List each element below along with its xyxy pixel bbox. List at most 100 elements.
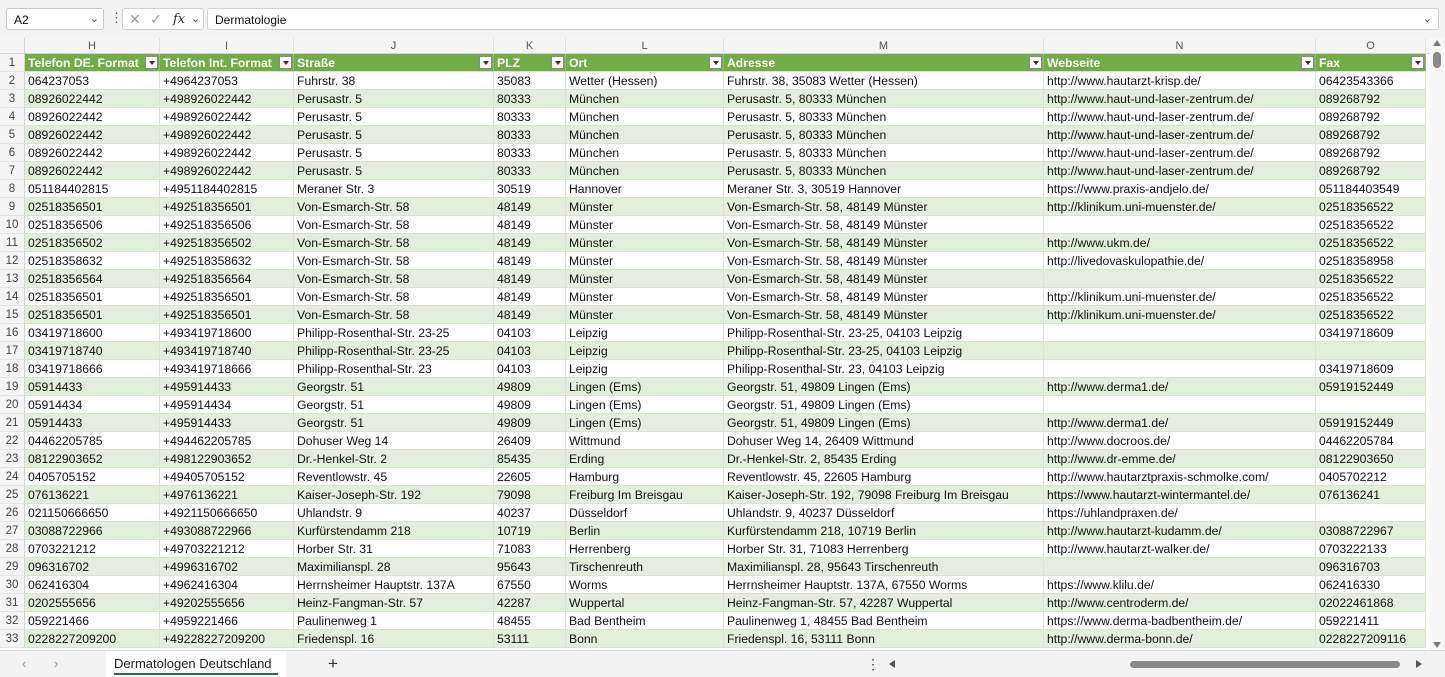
table-cell[interactable]: Philipp-Rosenthal-Str. 23 bbox=[294, 360, 494, 378]
table-cell[interactable]: 089268792 bbox=[1316, 108, 1426, 126]
table-cell[interactable]: 03419718609 bbox=[1316, 360, 1426, 378]
table-cell[interactable]: Maximilianspl. 28 bbox=[294, 558, 494, 576]
table-cell[interactable]: 096316703 bbox=[1316, 558, 1426, 576]
header-cell[interactable]: Adresse bbox=[724, 54, 1044, 72]
row-header[interactable]: 14 bbox=[0, 288, 25, 306]
table-cell[interactable]: Herrenberg bbox=[566, 540, 724, 558]
row-header[interactable]: 12 bbox=[0, 252, 25, 270]
table-cell[interactable]: +498926022442 bbox=[160, 108, 294, 126]
table-cell[interactable]: 0405702212 bbox=[1316, 468, 1426, 486]
table-cell[interactable]: http://www.dr-emme.de/ bbox=[1044, 450, 1316, 468]
table-cell[interactable]: Hannover bbox=[566, 180, 724, 198]
table-cell[interactable]: 80333 bbox=[494, 144, 566, 162]
vertical-scroll-thumb[interactable] bbox=[1433, 52, 1441, 68]
table-cell[interactable]: +4964237053 bbox=[160, 72, 294, 90]
table-cell[interactable]: München bbox=[566, 90, 724, 108]
table-cell[interactable]: 03088722967 bbox=[1316, 522, 1426, 540]
table-cell[interactable]: http://www.haut-und-laser-zentrum.de/ bbox=[1044, 126, 1316, 144]
table-cell[interactable]: http://www.centroderm.de/ bbox=[1044, 594, 1316, 612]
table-cell[interactable]: Horber Str. 31, 71083 Herrenberg bbox=[724, 540, 1044, 558]
table-cell[interactable]: Von-Esmarch-Str. 58, 48149 Münster bbox=[724, 198, 1044, 216]
table-cell[interactable]: http://www.haut-und-laser-zentrum.de/ bbox=[1044, 144, 1316, 162]
table-cell[interactable]: 0703221212 bbox=[25, 540, 160, 558]
row-header[interactable]: 30 bbox=[0, 576, 25, 594]
spreadsheet-grid[interactable]: HIJKLMNO 1 Telefon DE. Format Telefon Int.… bbox=[0, 38, 1430, 650]
table-cell[interactable]: Fuhrstr. 38, 35083 Wetter (Hessen) bbox=[724, 72, 1044, 90]
table-cell[interactable]: 089268792 bbox=[1316, 126, 1426, 144]
table-cell[interactable]: http://www.ukm.de/ bbox=[1044, 234, 1316, 252]
table-cell[interactable]: Heinz-Fangman-Str. 57, 42287 Wuppertal bbox=[724, 594, 1044, 612]
filter-dropdown-icon[interactable] bbox=[1411, 56, 1424, 69]
row-header[interactable]: 20 bbox=[0, 396, 25, 414]
table-cell[interactable]: Von-Esmarch-Str. 58 bbox=[294, 198, 494, 216]
table-cell[interactable]: Horber Str. 31 bbox=[294, 540, 494, 558]
prev-sheet-icon[interactable]: ‹ bbox=[22, 656, 26, 671]
scroll-left-icon[interactable] bbox=[889, 660, 895, 668]
table-cell[interactable]: Münster bbox=[566, 234, 724, 252]
table-cell[interactable]: 05914433 bbox=[25, 378, 160, 396]
column-header-h[interactable]: H bbox=[25, 38, 160, 54]
table-cell[interactable]: Von-Esmarch-Str. 58, 48149 Münster bbox=[724, 234, 1044, 252]
next-sheet-icon[interactable]: › bbox=[54, 656, 58, 671]
table-cell[interactable]: +498926022442 bbox=[160, 144, 294, 162]
table-cell[interactable]: +493088722966 bbox=[160, 522, 294, 540]
filter-dropdown-icon[interactable] bbox=[279, 56, 292, 69]
table-cell[interactable]: 95643 bbox=[494, 558, 566, 576]
chevron-down-icon[interactable]: ⌄ bbox=[191, 12, 200, 25]
table-cell[interactable]: Von-Esmarch-Str. 58 bbox=[294, 234, 494, 252]
table-cell[interactable]: 49809 bbox=[494, 414, 566, 432]
check-icon[interactable]: ✓ bbox=[150, 11, 162, 28]
table-cell[interactable]: 03419718740 bbox=[25, 342, 160, 360]
table-cell[interactable]: Lingen (Ems) bbox=[566, 378, 724, 396]
table-cell[interactable]: +4951184402815 bbox=[160, 180, 294, 198]
row-header[interactable]: 29 bbox=[0, 558, 25, 576]
select-all-corner[interactable] bbox=[0, 38, 25, 54]
table-cell[interactable]: 48149 bbox=[494, 252, 566, 270]
table-cell[interactable]: http://klinikum.uni-muenster.de/ bbox=[1044, 198, 1316, 216]
table-cell[interactable]: 021150666650 bbox=[25, 504, 160, 522]
table-cell[interactable]: 48149 bbox=[494, 234, 566, 252]
table-cell[interactable]: Von-Esmarch-Str. 58, 48149 Münster bbox=[724, 216, 1044, 234]
table-cell[interactable]: Georgstr. 51, 49809 Lingen (Ems) bbox=[724, 378, 1044, 396]
table-cell[interactable]: 48149 bbox=[494, 306, 566, 324]
table-cell[interactable]: Kaiser-Joseph-Str. 192, 79098 Freiburg I… bbox=[724, 486, 1044, 504]
table-cell[interactable]: +492518356502 bbox=[160, 234, 294, 252]
header-cell[interactable]: Webseite bbox=[1044, 54, 1316, 72]
table-cell[interactable]: 48149 bbox=[494, 216, 566, 234]
table-cell[interactable]: Perusastr. 5 bbox=[294, 144, 494, 162]
table-cell[interactable]: Reventlowstr. 45 bbox=[294, 468, 494, 486]
table-cell[interactable]: 71083 bbox=[494, 540, 566, 558]
table-cell[interactable]: Worms bbox=[566, 576, 724, 594]
column-header-n[interactable]: N bbox=[1044, 38, 1316, 54]
scroll-up-icon[interactable] bbox=[1433, 40, 1441, 46]
table-cell[interactable]: Münster bbox=[566, 252, 724, 270]
row-header[interactable]: 18 bbox=[0, 360, 25, 378]
table-cell[interactable]: Dohuser Weg 14, 26409 Wittmund bbox=[724, 432, 1044, 450]
table-cell[interactable]: Von-Esmarch-Str. 58, 48149 Münster bbox=[724, 306, 1044, 324]
table-cell[interactable]: +493419718666 bbox=[160, 360, 294, 378]
table-cell[interactable]: 53111 bbox=[494, 630, 566, 648]
table-cell[interactable]: Philipp-Rosenthal-Str. 23, 04103 Leipzig bbox=[724, 360, 1044, 378]
table-cell[interactable]: 80333 bbox=[494, 108, 566, 126]
row-header[interactable]: 9 bbox=[0, 198, 25, 216]
table-cell[interactable]: +498926022442 bbox=[160, 162, 294, 180]
table-cell[interactable] bbox=[1316, 504, 1426, 522]
table-cell[interactable]: +492518356564 bbox=[160, 270, 294, 288]
table-cell[interactable]: Georgstr. 51, 49809 Lingen (Ems) bbox=[724, 396, 1044, 414]
table-cell[interactable]: https://www.derma-badbentheim.de/ bbox=[1044, 612, 1316, 630]
table-cell[interactable]: Münster bbox=[566, 216, 724, 234]
table-cell[interactable]: 04103 bbox=[494, 342, 566, 360]
table-cell[interactable]: 076136221 bbox=[25, 486, 160, 504]
table-cell[interactable]: Heinz-Fangman-Str. 57 bbox=[294, 594, 494, 612]
table-cell[interactable]: 04462205784 bbox=[1316, 432, 1426, 450]
table-cell[interactable]: 05919152449 bbox=[1316, 378, 1426, 396]
table-cell[interactable]: http://klinikum.uni-muenster.de/ bbox=[1044, 288, 1316, 306]
table-cell[interactable]: Erding bbox=[566, 450, 724, 468]
row-header[interactable]: 3 bbox=[0, 90, 25, 108]
table-cell[interactable]: 04103 bbox=[494, 324, 566, 342]
table-cell[interactable]: München bbox=[566, 162, 724, 180]
table-cell[interactable]: 02518356501 bbox=[25, 198, 160, 216]
table-cell[interactable]: Perusastr. 5, 80333 München bbox=[724, 162, 1044, 180]
table-cell[interactable]: 48149 bbox=[494, 288, 566, 306]
table-cell[interactable] bbox=[1044, 216, 1316, 234]
